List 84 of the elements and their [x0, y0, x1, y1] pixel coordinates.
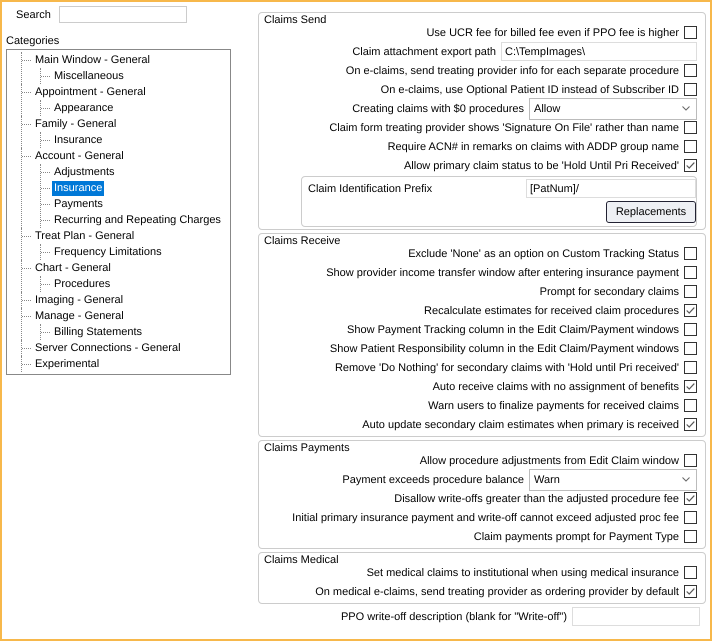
caret-icon: [682, 477, 690, 482]
checkbox[interactable]: [684, 585, 697, 598]
option-label: Allow procedure adjustments from Edit Claim window: [420, 454, 679, 466]
caret-icon: [682, 106, 690, 111]
checkbox[interactable]: [684, 247, 697, 260]
tree-item[interactable]: Account - General: [33, 148, 126, 164]
option-label: Initial primary insurance payment and write-off cannot exceed adjusted proc fee: [292, 512, 679, 524]
checkbox[interactable]: [684, 323, 697, 336]
tree-item[interactable]: Experimental: [33, 356, 102, 372]
checkbox[interactable]: [684, 285, 697, 298]
tree-item[interactable]: Appearance: [52, 100, 116, 116]
checkbox[interactable]: [684, 361, 697, 374]
field-label: PPO write-off description (blank for "Write-off"): [340, 610, 567, 622]
tree-item[interactable]: Procedures: [52, 276, 112, 292]
replacements-button[interactable]: Replacements: [606, 201, 696, 223]
field-label: Payment exceeds procedure balance: [342, 474, 524, 486]
checkbox[interactable]: [684, 511, 697, 524]
checkbox[interactable]: [684, 566, 697, 579]
search-field[interactable]: [58, 6, 187, 23]
option-label: On e-claims, use Optional Patient ID instead of Subscriber ID: [380, 84, 679, 96]
checkbox[interactable]: [684, 454, 697, 467]
tree-item[interactable]: Treat Plan - General: [33, 228, 136, 244]
checkbox[interactable]: [684, 530, 697, 543]
search-label: Search: [16, 8, 51, 20]
tree-item[interactable]: Billing Statements: [52, 324, 144, 340]
checkbox[interactable]: [684, 418, 697, 431]
option-label: Prompt for secondary claims: [540, 286, 679, 298]
checkbox[interactable]: [684, 140, 697, 153]
field-label: Creating claims with $0 procedures: [352, 102, 524, 114]
tree-item[interactable]: Appointment - General: [33, 84, 148, 100]
option-label: Show provider income transfer window after entering insurance payment: [326, 266, 679, 278]
tree-item[interactable]: Server Connections - General: [33, 340, 183, 356]
checkbox[interactable]: [684, 64, 697, 77]
option-label: Allow primary claim status to be 'Hold Until Pri Received': [404, 160, 679, 172]
tree-item[interactable]: Insurance: [52, 180, 104, 196]
tree-item[interactable]: Chart - General: [33, 260, 113, 276]
option-label: Disallow write-offs greater than the adjusted procedure fee: [394, 492, 679, 504]
checkbox[interactable]: [684, 159, 697, 172]
field-label: Claim attachment export path: [352, 46, 496, 58]
option-label: Show Payment Tracking column in the Edit Claim/Payment windows: [347, 324, 679, 336]
dropdown[interactable]: Allow: [529, 98, 697, 120]
tree-item[interactable]: Miscellaneous: [52, 68, 126, 84]
description-field[interactable]: [572, 607, 700, 626]
group-title: Claims Send: [264, 14, 328, 26]
option-label: Remove 'Do Nothing' for secondary claims with 'Hold until Pri received': [334, 362, 679, 374]
option-label: Require ACN# in remarks on claims with ADDP group name: [388, 140, 679, 152]
option-label: On e-claims, send treating provider info for each separate procedure: [346, 64, 679, 76]
tree-item[interactable]: Payments: [52, 196, 105, 212]
option-label: Auto update secondary claim estimates when primary is received: [362, 418, 679, 430]
tree-item[interactable]: Recurring and Repeating Charges: [52, 212, 223, 228]
path-field[interactable]: C:\TempImages\: [501, 42, 697, 61]
checkbox[interactable]: [684, 83, 697, 96]
tree-item[interactable]: Imaging - General: [33, 292, 126, 308]
categories-label: Categories: [6, 35, 60, 47]
option-label: Claim payments prompt for Payment Type: [474, 530, 679, 542]
checkbox[interactable]: [684, 304, 697, 317]
option-label: Show Patient Responsibility column in the Edit Claim/Payment windows: [330, 342, 679, 354]
group-title: Claims Medical: [264, 554, 340, 566]
prefix-field[interactable]: [PatNum]/: [526, 179, 696, 198]
tree-item[interactable]: Main Window - General: [33, 52, 152, 68]
option-label: Set medical claims to institutional when using medical insurance: [366, 566, 679, 578]
tree-item[interactable]: Adjustments: [52, 164, 117, 180]
option-label: Exclude 'None' as an option on Custom Tracking Status: [408, 248, 679, 260]
option-label: Warn users to finalize payments for received claims: [428, 400, 679, 412]
subgroup-title: Claim Identification Prefix: [308, 182, 432, 194]
tree-item[interactable]: Family - General: [33, 116, 118, 132]
option-label: On medical e-claims, send treating provider as ordering provider by default: [315, 586, 679, 598]
option-label: Use UCR fee for billed fee even if PPO fee is higher: [426, 26, 679, 38]
group-title: Claims Receive: [264, 235, 342, 247]
checkbox[interactable]: [684, 492, 697, 505]
dropdown[interactable]: Warn: [529, 468, 697, 490]
tree-item[interactable]: Insurance: [52, 132, 104, 148]
option-label: Recalculate estimates for received claim procedures: [424, 304, 679, 316]
checkbox[interactable]: [684, 380, 697, 393]
option-label: Auto receive claims with no assignment of benefits: [432, 380, 679, 392]
group-title: Claims Payments: [264, 442, 351, 454]
checkbox[interactable]: [684, 266, 697, 279]
option-label: Claim form treating provider shows 'Signature On File' rather than name: [329, 122, 679, 134]
tree-item[interactable]: Frequency Limitations: [52, 244, 164, 260]
checkbox[interactable]: [684, 121, 697, 134]
checkbox[interactable]: [684, 26, 697, 39]
checkbox[interactable]: [684, 342, 697, 355]
checkbox[interactable]: [684, 399, 697, 412]
tree-item[interactable]: Manage - General: [33, 308, 126, 324]
